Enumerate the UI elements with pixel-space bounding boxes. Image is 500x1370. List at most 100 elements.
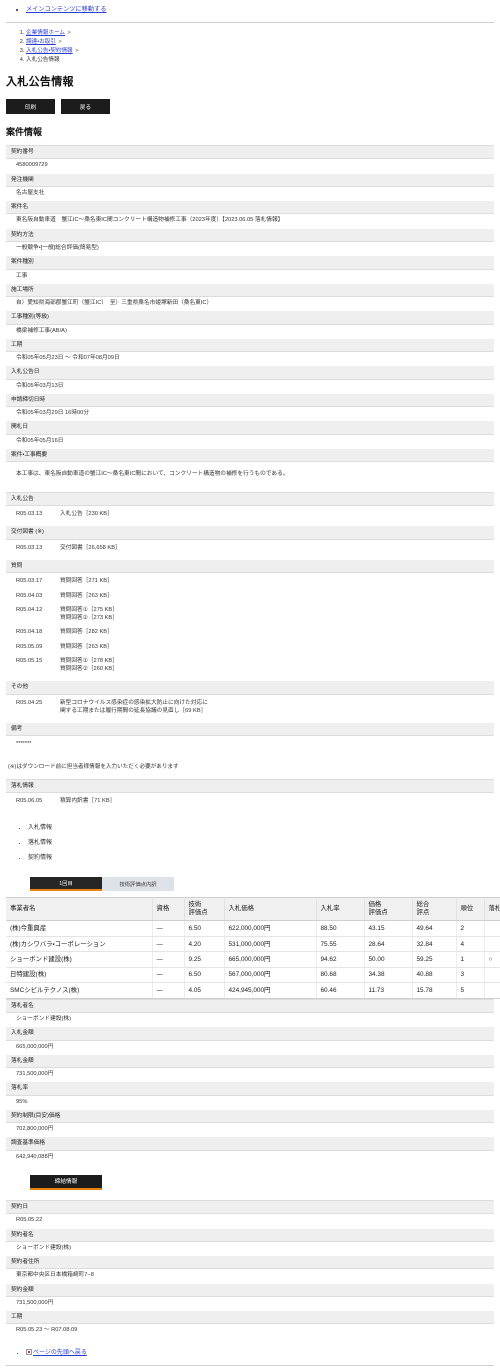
contract-field-value-row: 東京都中央区日本橋箱崎町7−8: [6, 1268, 494, 1284]
anchor-link[interactable]: 入札情報: [28, 825, 52, 831]
award-mark: [484, 982, 500, 999]
document-file-link[interactable]: 質問回答［282 KB］: [60, 628, 484, 636]
case-field-value: 令和05年05月16日: [6, 434, 494, 450]
contract-info-button[interactable]: 締結情報: [30, 1174, 102, 1190]
award-field-label-row: 契約制限(目安)価格: [6, 1108, 494, 1124]
document-file-link[interactable]: 質問回答①［278 KB］: [60, 657, 484, 665]
breadcrumb-item: 企業情報ホーム >: [26, 29, 494, 38]
award-field-label: 落札者名: [6, 998, 494, 1014]
document-file-link[interactable]: 質問回答［271 KB］: [60, 577, 484, 585]
document-file-link[interactable]: 質問回答②［260 KB］: [60, 665, 484, 673]
breadcrumb: 企業情報ホーム >調達・お取引 >入札公告・契約情報 >入札公告情報: [6, 29, 494, 65]
bid-results-table: 事業者名 資格 技術 評価点 入札価格 入札率 価格 評価点 総合 評点 順位 落札 (株)今重興産 —…: [6, 897, 500, 999]
page-root: メインコンテンツに移動する 企業情報ホーム >調達・お取引 >入札公告・契約情報…: [0, 0, 500, 1370]
back-button[interactable]: 戻る: [61, 99, 110, 115]
bid-results-head: 事業者名 資格 技術 評価点 入札価格 入札率 価格 評価点 総合 評点 順位 落札: [6, 897, 500, 922]
back-to-top-link[interactable]: ページの先頭へ戻る: [33, 1350, 87, 1356]
case-field-value-row: 名古屋支社: [6, 186, 494, 202]
anchor-link[interactable]: 契約情報: [28, 855, 52, 861]
document-file-cell: 入札公告［230 KB］: [58, 508, 489, 523]
bidder-name: ショーボンド建設(株): [6, 951, 153, 968]
award-doc-group-files-cell: R05.06.05 積算内訳書［71 KB］: [6, 792, 494, 814]
print-button[interactable]: 印刷: [6, 99, 55, 115]
document-file-cell: 新型コロナウイルス感染症の感染拡大防止に向けた対応に 関する工期または履行期間の延…: [58, 696, 489, 720]
breadcrumb-separator: >: [56, 39, 62, 46]
breadcrumb-item: 調達・お取引 >: [26, 38, 494, 47]
document-file-link[interactable]: 積算内訳書［71 KB］: [60, 797, 484, 805]
case-field-label: 案件名: [6, 200, 494, 215]
document-file-link[interactable]: 質問回答［263 KB］: [60, 592, 484, 600]
document-file-cell: 質問回答［282 KB］: [58, 625, 489, 641]
award-field-value: 702,800,000円: [6, 1122, 494, 1138]
result-tab[interactable]: 技術評価点内訳: [102, 877, 174, 892]
documents-table: 入札公告 R05.03.13 入札公告［230 KB］ 交付図書 (※) R05.03.…: [6, 491, 494, 757]
document-file-link[interactable]: 新型コロナウイルス感染症の感染拡大防止に向けた対応に: [60, 699, 484, 707]
contract-field-value: 東京都中央区日本橋箱崎町7−8: [6, 1268, 494, 1284]
award-field-value: 665,000,000円: [6, 1040, 494, 1055]
document-file-link[interactable]: 質問回答①［275 KB］: [60, 606, 484, 614]
case-field-value-row: 自）愛知県海部郡蟹江町（蟹江IC） 至）三重県桑名市姫塚新田（桑名東IC）: [6, 296, 494, 312]
case-field-value-row: 本工事は、東名阪自動車道の蟹江IC〜桑名東IC間において、コンクリート構造物の補…: [6, 461, 494, 490]
award-field-value: 731,500,000円: [6, 1067, 494, 1083]
award-field-value-row: 642,940,088円: [6, 1150, 494, 1165]
document-date: R05.04.25: [6, 696, 58, 720]
award-doc-group-label: 落札情報: [6, 778, 494, 794]
case-field-label: 案件・工事概要: [6, 447, 494, 463]
case-field-value: 本工事は、東名阪自動車道の蟹江IC〜桑名東IC間において、コンクリート構造物の補…: [6, 461, 494, 490]
total-score: 40.88: [412, 967, 457, 984]
award-field-label-row: 落札率: [6, 1081, 494, 1096]
document-file-cell: 質問回答［263 KB］: [58, 640, 489, 655]
document-file-link[interactable]: 入札公告［230 KB］: [60, 510, 484, 518]
anchor-link[interactable]: 落札情報: [28, 840, 52, 846]
document-row: R05.03.13 交付図書［26,658 KB］: [6, 541, 489, 557]
contract-field-label-row: 契約金額: [6, 1282, 494, 1297]
award-mark: [484, 920, 500, 937]
award-field-label-row: 落札金額: [6, 1053, 494, 1069]
case-field-label-row: 契約番号: [6, 145, 494, 160]
document-file-link[interactable]: 関する工期または履行期間の延長協議の見直し［69 KB］: [60, 707, 484, 715]
award-field-value: ショーボンド建設(株): [6, 1012, 494, 1028]
award-field-value: 95%: [6, 1095, 494, 1110]
case-field-value-row: 工事: [6, 269, 494, 284]
case-field-label: 案件種別: [6, 255, 494, 270]
breadcrumb-link[interactable]: 企業情報ホーム: [26, 30, 65, 36]
case-field-value: 橋梁補修工事(AB/A): [6, 324, 494, 339]
breadcrumb-link[interactable]: 調達・お取引: [26, 39, 56, 45]
case-field-value-row: 令和05年03月13日: [6, 379, 494, 394]
document-group-file-list: *******: [6, 738, 489, 753]
award-documents-table: 落札情報 R05.06.05 積算内訳書［71 KB］: [6, 778, 494, 814]
document-group-label-row: 交付図書 (※): [6, 525, 494, 540]
contract-field-value: ショーボンド建設(株): [6, 1241, 494, 1257]
footer-divider: [6, 1365, 494, 1367]
document-file-link[interactable]: 交付図書［26,658 KB］: [60, 544, 484, 552]
bid-column-header: 入札率: [316, 897, 365, 922]
contract-field-label: 契約日: [6, 1199, 494, 1215]
rank: 1: [456, 951, 485, 968]
anchor-list-item: 契約情報: [28, 851, 494, 866]
document-file-link[interactable]: 質問回答［263 KB］: [60, 643, 484, 651]
document-row: R05.04.18 質問回答［282 KB］: [6, 625, 489, 641]
skip-to-main-content-link[interactable]: メインコンテンツに移動する: [26, 6, 106, 13]
bid-rate: 94.62: [316, 951, 365, 968]
document-date: R05.03.13: [6, 541, 58, 557]
case-field-label-row: 案件種別: [6, 255, 494, 270]
document-group-files-row: *******: [6, 735, 494, 757]
document-group-file-list: R05.03.17 質問回答［271 KB］ R05.04.03 質問回答［263 K…: [6, 575, 489, 678]
bid-rate: 88.50: [316, 920, 365, 937]
document-group-files-row: R05.03.17 質問回答［271 KB］ R05.04.03 質問回答［263 K…: [6, 572, 494, 682]
breadcrumb-link[interactable]: 入札公告・契約情報: [26, 48, 73, 54]
total-score: 49.64: [412, 920, 457, 937]
result-tab[interactable]: 1回目: [30, 877, 102, 892]
case-field-label: 入札公告日: [6, 365, 494, 380]
award-field-value-row: 731,500,000円: [6, 1067, 494, 1083]
document-row: R05.04.12 質問回答①［275 KB］ 質問回答②［273 KB］: [6, 603, 489, 627]
contract-field-label-row: 契約者住所: [6, 1255, 494, 1270]
document-group-files-row: R05.03.13 交付図書［26,658 KB］: [6, 539, 494, 561]
case-field-label: 工期: [6, 337, 494, 353]
award-field-label: 調査基準価格: [6, 1136, 494, 1151]
award-field-label: 契約制限(目安)価格: [6, 1108, 494, 1124]
table-row: SMCシビルテクノス(株) —4.05 424,945,000円 60.46 11.73…: [6, 982, 500, 999]
document-file-link[interactable]: 質問回答②［273 KB］: [60, 614, 484, 622]
document-group-label: 備考: [6, 722, 494, 737]
case-field-value-row: 令和05年05月16日: [6, 434, 494, 450]
